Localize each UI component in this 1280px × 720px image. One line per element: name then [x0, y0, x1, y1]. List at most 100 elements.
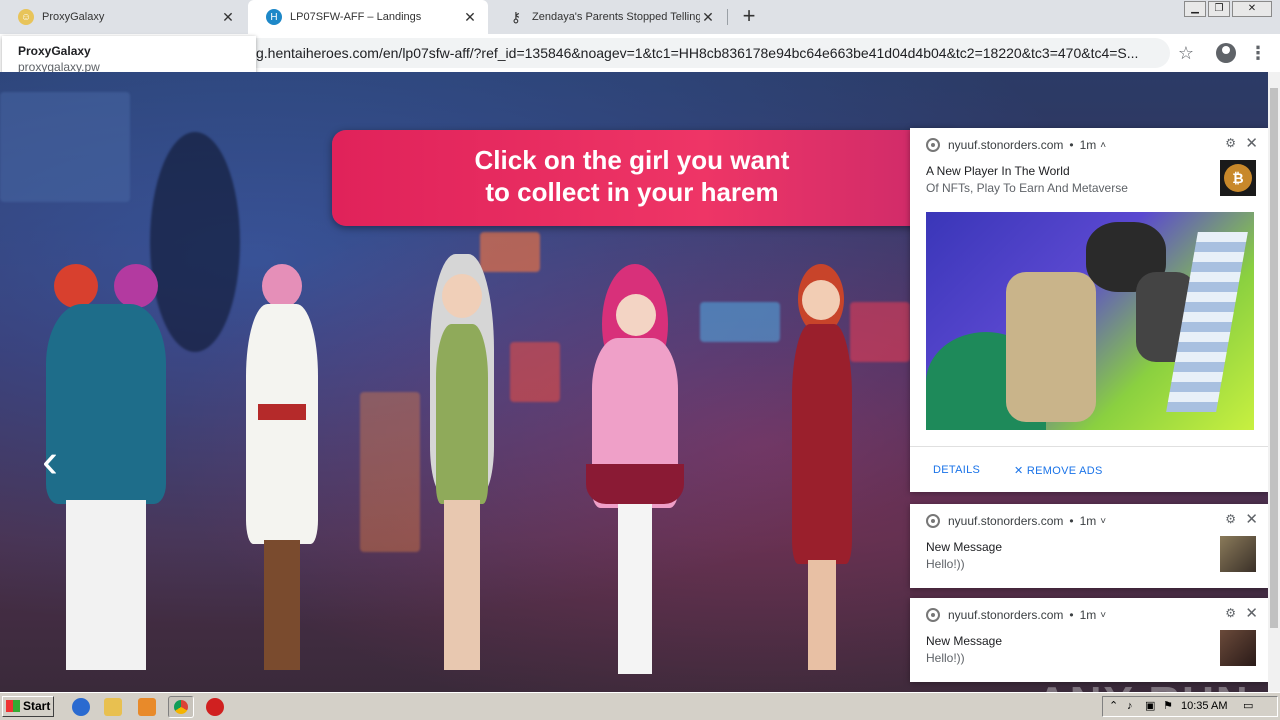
notification-title: A New Player In The World: [926, 164, 1070, 178]
page-scrollbar[interactable]: [1268, 72, 1280, 692]
monitor-icon[interactable]: ▭: [1243, 697, 1253, 716]
notification-age: 1m: [1079, 608, 1097, 622]
key-favicon-icon: ⚷: [510, 8, 522, 25]
notification-image[interactable]: [926, 212, 1254, 430]
close-window-button[interactable]: ✕: [1232, 1, 1272, 17]
separator-dot: •: [1069, 138, 1074, 152]
gear-icon[interactable]: ⚙: [1225, 512, 1236, 526]
notification-header: nyuuf.stonorders.com • 1m ˅: [926, 514, 1106, 528]
chrome-icon: [174, 700, 188, 714]
landings-favicon-icon: H: [266, 9, 282, 25]
ie-icon[interactable]: [72, 698, 90, 716]
address-bar[interactable]: g.hentaiheroes.com/en/lp07sfw-aff/?ref_i…: [200, 38, 1170, 68]
cta-banner: Click on the girl you want to collect in…: [332, 130, 952, 226]
tab-landings[interactable]: H LP07SFW-AFF – Landings ✕: [248, 0, 488, 34]
chevron-down-icon[interactable]: ˅: [1100, 516, 1106, 527]
media-player-icon[interactable]: [138, 698, 156, 716]
close-icon[interactable]: ✕: [1245, 604, 1258, 622]
bg-sign: [700, 302, 780, 342]
volume-icon[interactable]: ♪: [1127, 697, 1133, 716]
notification-body: Of NFTs, Play To Earn And Metaverse: [926, 181, 1128, 195]
close-icon[interactable]: ✕: [1245, 510, 1258, 528]
tray-expand-icon[interactable]: ⌃: [1109, 697, 1118, 716]
character-catgirl[interactable]: [236, 264, 328, 684]
character-head: [114, 264, 158, 308]
notification-title: New Message: [926, 540, 1003, 554]
close-icon[interactable]: ✕: [1245, 134, 1258, 152]
tab-separator: [727, 9, 728, 25]
close-tab-icon[interactable]: ✕: [462, 9, 478, 26]
bitcoin-icon: ₿: [1224, 164, 1252, 192]
character-legs: [264, 540, 300, 670]
start-label: Start: [23, 699, 51, 713]
stop-icon[interactable]: [206, 698, 224, 716]
notification-site: nyuuf.stonorders.com: [948, 138, 1064, 152]
notification-nft[interactable]: nyuuf.stonorders.com • 1m ˄ ⚙ ✕ A New Pl…: [910, 128, 1268, 492]
maximize-button[interactable]: ❐: [1208, 1, 1230, 17]
menu-kebab-icon[interactable]: ⋮: [1246, 41, 1270, 65]
close-tab-icon[interactable]: ✕: [220, 9, 236, 26]
notification-body: Hello!)): [926, 651, 965, 665]
chrome-taskbar-button[interactable]: [168, 696, 194, 718]
character-dress: [792, 324, 852, 564]
notification-age: 1m: [1079, 514, 1097, 528]
gear-icon[interactable]: ⚙: [1225, 136, 1236, 150]
character-elf[interactable]: [384, 254, 540, 684]
notification-message-1[interactable]: nyuuf.stonorders.com • 1m ˅ ⚙ ✕ New Mess…: [910, 504, 1268, 588]
start-button[interactable]: Start: [2, 696, 54, 717]
tab-title: LP07SFW-AFF – Landings: [290, 11, 422, 23]
remove-ads-button[interactable]: ✕ REMOVE ADS: [1014, 464, 1103, 477]
chevron-up-icon[interactable]: ˄: [1100, 140, 1106, 151]
previous-arrow-button[interactable]: ‹: [34, 438, 66, 488]
notification-age: 1m: [1079, 138, 1097, 152]
explorer-folder-icon[interactable]: [104, 698, 122, 716]
chevron-down-icon[interactable]: ˅: [1100, 610, 1106, 621]
details-button[interactable]: DETAILS: [933, 464, 980, 476]
character-head: [262, 264, 302, 308]
network-icon[interactable]: ▣: [1145, 697, 1155, 716]
chrome-icon: [926, 138, 940, 152]
character-head: [802, 280, 840, 320]
avatar-icon: [1216, 43, 1236, 63]
tab-zendaya[interactable]: ⚷ Zendaya's Parents Stopped Telling H ✕: [490, 0, 726, 34]
profile-button[interactable]: [1214, 41, 1238, 65]
system-tray: ⌃ ♪ ▣ ⚑ 10:35 AM ▭: [1102, 696, 1278, 717]
notification-message-2[interactable]: nyuuf.stonorders.com • 1m ˅ ⚙ ✕ New Mess…: [910, 598, 1268, 682]
character-pink-maid[interactable]: [572, 264, 698, 684]
flag-icon[interactable]: ⚑: [1163, 697, 1173, 716]
notification-header: nyuuf.stonorders.com • 1m ˄: [926, 138, 1106, 152]
image-figure: [1006, 272, 1096, 422]
chrome-icon: [926, 514, 940, 528]
minimize-button[interactable]: ▁: [1184, 1, 1206, 17]
proxygalaxy-favicon-icon: ☺: [18, 9, 34, 25]
character-redhead[interactable]: [780, 264, 864, 684]
separator-dot: •: [1069, 514, 1074, 528]
character-sash: [258, 404, 306, 420]
character-head: [616, 294, 656, 336]
windows-logo-icon: [6, 700, 20, 712]
bookmark-star-icon[interactable]: ☆: [1174, 41, 1198, 65]
scrollbar-thumb[interactable]: [1270, 88, 1278, 628]
character-legs: [618, 504, 652, 674]
character-legs: [66, 500, 146, 670]
character-legs: [444, 500, 480, 670]
gear-icon[interactable]: ⚙: [1225, 606, 1236, 620]
remove-ads-label: REMOVE ADS: [1026, 465, 1103, 477]
banner-text: Click on the girl you want to collect in…: [422, 144, 842, 208]
banner-line-2: to collect in your harem: [485, 177, 779, 207]
tab-proxygalaxy[interactable]: ☺ ProxyGalaxy ✕: [0, 0, 246, 34]
windows-taskbar: Start ⌃ ♪ ▣ ⚑ 10:35 AM ▭: [0, 692, 1280, 720]
clock[interactable]: 10:35 AM: [1181, 697, 1227, 716]
notification-body: Hello!)): [926, 557, 965, 571]
close-icon: ✕: [1014, 465, 1024, 477]
tab-title: Zendaya's Parents Stopped Telling H: [532, 11, 700, 23]
character-skirt: [586, 464, 684, 504]
new-tab-button[interactable]: +: [738, 4, 760, 30]
notification-thumbnail: [1220, 630, 1256, 666]
notification-site: nyuuf.stonorders.com: [948, 608, 1064, 622]
tooltip-title: ProxyGalaxy: [18, 44, 91, 58]
close-tab-icon[interactable]: ✕: [700, 9, 716, 26]
chrome-icon: [926, 608, 940, 622]
character-legs: [808, 560, 836, 670]
notification-thumbnail: [1220, 536, 1256, 572]
